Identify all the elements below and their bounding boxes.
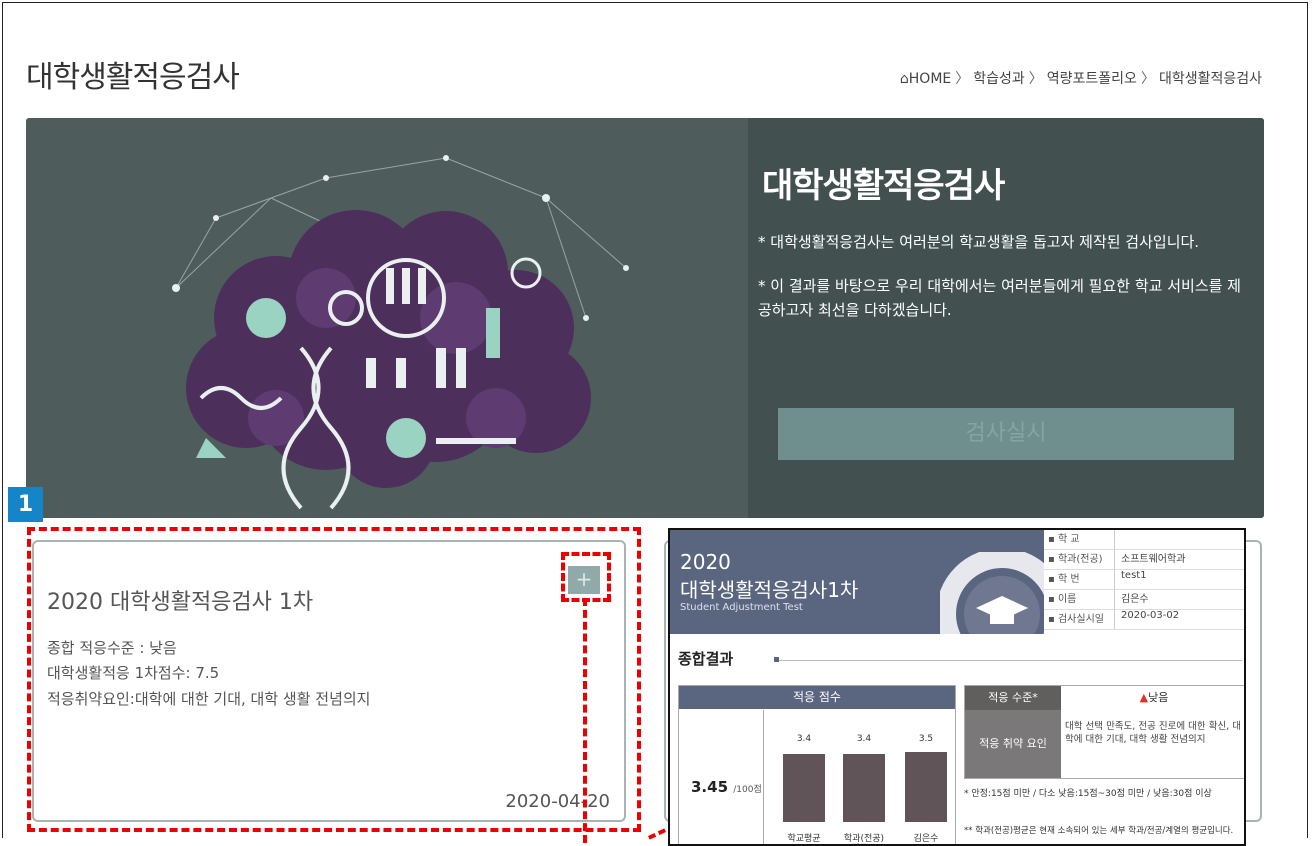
science-illustration <box>172 155 629 510</box>
hero-title: 대학생활적응검사 <box>762 166 1005 206</box>
score-main: 3.45 /100점 <box>679 710 764 844</box>
alarm-icon: ▲ <box>1139 691 1149 704</box>
level-text: 낮음 <box>1148 691 1169 704</box>
start-test-button[interactable]: 검사실시 <box>778 408 1234 460</box>
score-panel: 적응 점수 3.45 /100점 3.4학교평균3.4학과(전공) 평균**3.… <box>678 685 956 844</box>
weak-factor-text: 대학 선택 만족도, 전공 진로에 대한 확신, 대학에 대한 기대, 대학 생… <box>1065 721 1241 745</box>
hero-description-1: * 대학생활적응검사는 여러분의 학교생활을 돕고자 제작된 검사입니다. <box>758 233 1200 251</box>
graduation-cap-icon <box>940 552 1044 634</box>
highlight-box-card <box>27 527 641 832</box>
score-header: 적응 점수 <box>679 686 955 709</box>
info-key: 학 번 <box>1057 574 1080 585</box>
info-key: 학과(전공) <box>1057 554 1103 565</box>
report-year: 2020 <box>680 550 731 574</box>
chart-category-label: 학과(전공) 평균** <box>843 834 885 844</box>
report-popup: 2020 대학생활적응검사1차 Student Adjustment Test … <box>668 528 1246 846</box>
info-value: 소프트웨어학과 <box>1114 550 1244 569</box>
level-legend: * 안정:15점 미만 / 다소 낮음:15점~30점 미만 / 낮음:30점 … <box>964 789 1212 799</box>
info-key: 검사실시일 <box>1057 614 1104 625</box>
page-title: 대학생활적응검사 <box>26 60 240 95</box>
info-key: 학 교 <box>1057 534 1080 545</box>
report-title: 대학생활적응검사1차 <box>680 578 859 602</box>
info-key: 이름 <box>1057 594 1077 605</box>
report-section-title: 종합결과 <box>678 650 734 668</box>
weak-factor-label: 적응 취약 요인 <box>965 710 1061 778</box>
breadcrumb-item[interactable]: 역량포트폴리오 <box>1047 71 1137 87</box>
chart-bar <box>843 754 885 822</box>
chart-data-label: 3.4 <box>856 734 872 744</box>
level-header: 적응 수준* <box>965 686 1061 710</box>
info-value: 김은수 <box>1114 590 1244 609</box>
section-marker <box>774 657 779 662</box>
report-header: 2020 대학생활적응검사1차 Student Adjustment Test <box>670 530 1044 634</box>
breadcrumb: ⌂HOME 〉 학습성과 〉 역량포트폴리오 〉 대학생활적응검사 <box>899 71 1262 87</box>
level-panel: 적응 수준* ▲낮음 적응 취약 요인 대학 선택 만족도, 전공 진로에 대한… <box>964 685 1244 779</box>
chart-data-label: 3.5 <box>918 734 934 744</box>
breadcrumb-item[interactable]: 학습성과 <box>973 71 1025 87</box>
breadcrumb-home[interactable]: HOME <box>909 71 951 87</box>
info-value: 2020-03-02 <box>1114 610 1244 629</box>
info-value: test1 <box>1114 570 1244 589</box>
level-value: ▲낮음 <box>1061 686 1244 710</box>
score-bar-chart: 3.4학교평균3.4학과(전공) 평균**3.5김은수 <box>765 710 955 844</box>
chart-bar <box>905 752 947 822</box>
highlight-box-plus <box>561 552 611 602</box>
section-divider <box>776 660 1242 661</box>
home-icon: ⌂ <box>899 71 909 87</box>
footnote: ** 학과(전공)평균은 현재 소속되어 있는 세부 학과/전공/계열의 평균입… <box>964 826 1234 836</box>
breadcrumb-item: 대학생활적응검사 <box>1158 71 1262 87</box>
report-info-table: ▪ 학 교 ▪ 학과(전공) 소프트웨어학과 ▪ 학 번 test1 ▪ 이름 김은수… <box>1044 530 1244 630</box>
highlight-connector <box>583 598 587 843</box>
hero-banner: 대학생활적응검사 * 대학생활적응검사는 여러분의 학교생활을 돕고자 제작된 … <box>26 118 1264 518</box>
hero-description-2: * 이 결과를 바탕으로 우리 대학에서는 여러분들에게 필요한 학교 서비스를… <box>758 277 1241 319</box>
score-value-block: 3.45 /100점 <box>691 778 762 796</box>
chart-data-label: 3.4 <box>796 734 812 744</box>
score-unit: /100점 <box>733 785 762 795</box>
score-value: 3.45 <box>691 778 729 796</box>
hero-info-panel: 대학생활적응검사 * 대학생활적응검사는 여러분의 학교생활을 돕고자 제작된 … <box>748 118 1264 518</box>
info-value <box>1114 530 1244 549</box>
report-subtitle: Student Adjustment Test <box>680 602 803 613</box>
chart-bar <box>783 754 825 822</box>
annotation-badge: 1 <box>8 487 43 522</box>
